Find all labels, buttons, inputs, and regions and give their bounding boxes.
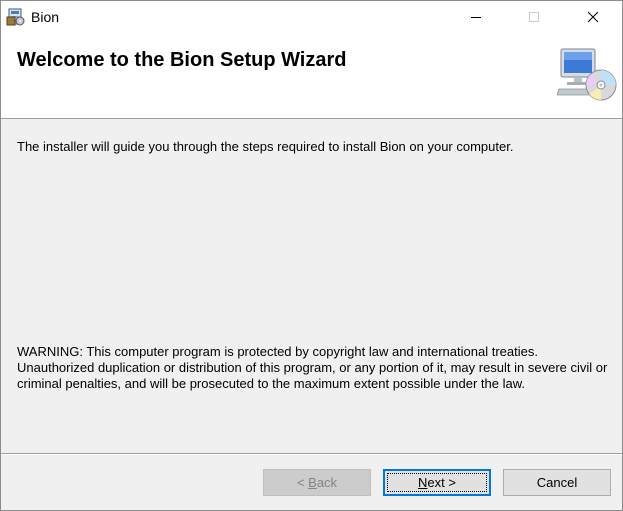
close-icon (587, 11, 599, 22)
setup-wizard-window: Bion Welcome to the Bion Setup Wizard Th… (0, 0, 623, 511)
installer-app-icon (6, 8, 25, 26)
intro-text: The installer will guide you through the… (17, 139, 514, 154)
title-bar[interactable]: Bion (1, 1, 622, 32)
cancel-button-label: Cancel (536, 475, 578, 490)
back-button-label: ack (316, 475, 338, 490)
maximize-button[interactable] (505, 1, 563, 32)
button-area-divider (1, 453, 622, 455)
minimize-button[interactable] (447, 1, 505, 32)
wizard-header: Welcome to the Bion Setup Wizard (1, 32, 622, 119)
cancel-button[interactable]: Cancel (503, 469, 611, 496)
next-button[interactable]: Next > (383, 469, 491, 496)
back-button-mnemonic: B (308, 475, 317, 490)
close-button[interactable] (564, 1, 622, 32)
page-title: Welcome to the Bion Setup Wizard (17, 49, 347, 71)
computer-with-cd-icon (557, 48, 617, 101)
back-button-prefix: < (296, 475, 309, 490)
focus-ring (387, 473, 487, 492)
window-title: Bion (31, 9, 60, 25)
back-button[interactable]: < Back (263, 469, 371, 496)
maximize-icon (529, 11, 539, 22)
copyright-warning-text: WARNING: This computer program is protec… (17, 344, 608, 391)
minimize-icon (471, 16, 481, 18)
